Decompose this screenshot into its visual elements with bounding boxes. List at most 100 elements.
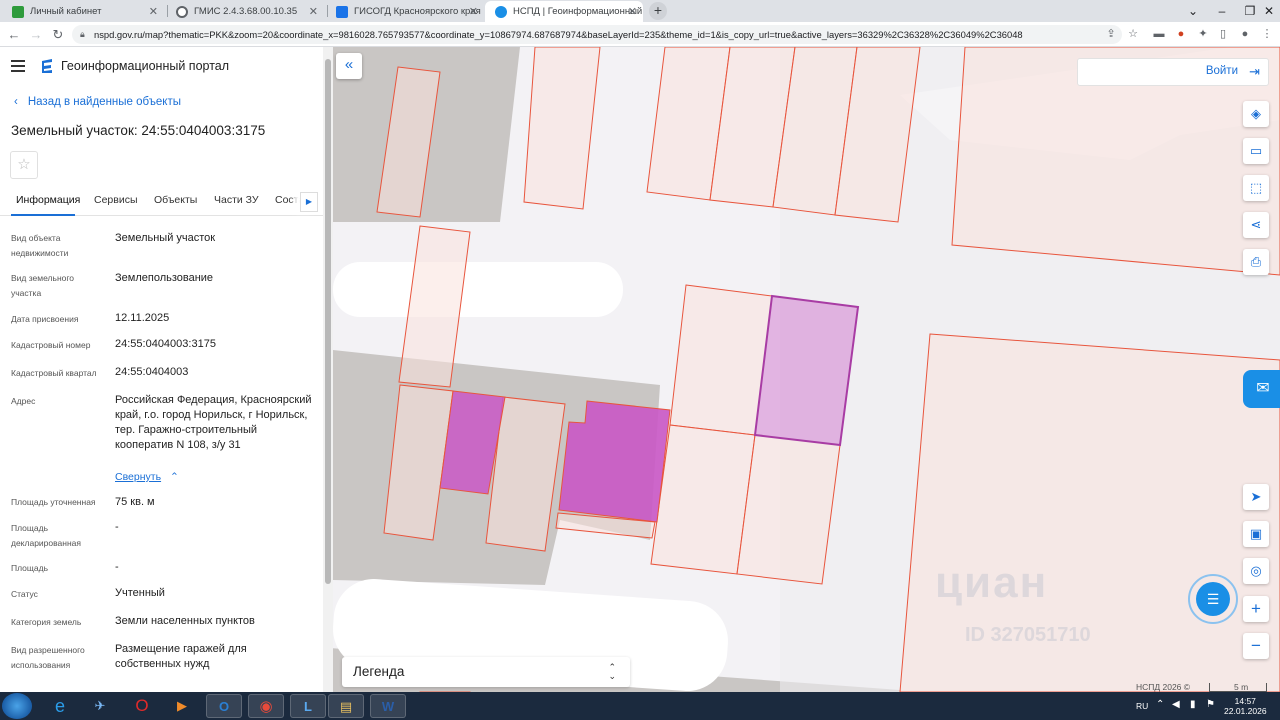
url-field[interactable]: 🔒︎ nspd.gov.ru/map?thematic=PKK&zoom=20&… [72, 25, 1122, 44]
login-bar: Войти ⇥ [1077, 58, 1269, 86]
extension-icon[interactable]: ● [1174, 27, 1188, 41]
ruler-icon[interactable]: ▭ [1243, 138, 1269, 164]
scrollbar-thumb[interactable] [325, 59, 331, 584]
bird-app-icon[interactable]: ✈ [82, 694, 118, 718]
print-icon[interactable]: ⎙ [1243, 249, 1269, 275]
highlighted-parcel [753, 294, 860, 447]
network-icon[interactable]: ▮ [1190, 699, 1196, 710]
back-arrow-icon[interactable]: ← [5, 26, 23, 44]
word-icon[interactable]: W [370, 694, 406, 718]
close-tab-icon[interactable]: ✕ [469, 5, 478, 18]
area-select-icon[interactable]: ⬚ [1243, 175, 1269, 201]
close-window-icon[interactable]: ✕ [1258, 0, 1280, 22]
panel-scrollbar[interactable] [323, 47, 333, 692]
clock-date: 22.01.2026 [1224, 706, 1267, 716]
hamburger-menu-icon[interactable] [11, 60, 25, 72]
flag-icon[interactable]: ⚑ [1206, 699, 1215, 710]
profile-icon[interactable]: ● [1238, 27, 1252, 41]
close-tab-icon[interactable]: ✕ [149, 5, 158, 18]
browser-tab[interactable]: ГМИС 2.4.3.68.00.10.35 ✕ [166, 1, 324, 22]
outlook-icon[interactable]: O [206, 694, 242, 718]
chevron-left-icon: ‹ [14, 96, 18, 108]
chat-button[interactable]: ☰ [1188, 574, 1238, 624]
reload-icon[interactable]: ↻ [49, 26, 67, 44]
tabs-scroll-right-icon[interactable]: ▶ [300, 192, 318, 212]
close-tab-icon[interactable]: ✕ [309, 5, 318, 18]
login-icon[interactable]: ⇥ [1249, 64, 1260, 80]
language-indicator[interactable]: RU [1136, 701, 1148, 711]
tab-title: Личный кабинет [30, 6, 102, 17]
object-info-panel: Геоинформационный портал ‹ Назад в найден… [0, 47, 333, 692]
watermark-id: ID 327051710 [965, 624, 1091, 646]
start-button[interactable] [2, 693, 32, 719]
puzzle-icon[interactable]: ✦ [1196, 27, 1210, 41]
minimap-icon[interactable]: ▣ [1243, 521, 1269, 547]
detail-value: Размещение гаражей для собственных нужд [115, 643, 247, 670]
detail-label: Вид объекта недвижимости [11, 233, 69, 258]
layers-icon[interactable]: ◈ [1243, 101, 1269, 127]
detail-label: Площадь [11, 563, 49, 573]
detail-value: - [115, 561, 119, 573]
share-page-icon[interactable]: ⇪ [1104, 27, 1118, 41]
tab-title: НСПД | Геоинформационный п [513, 6, 643, 17]
media-player-icon[interactable]: ▶ [164, 694, 200, 718]
tab-title: ГМИС 2.4.3.68.00.10.35 [194, 6, 298, 17]
tab-parts[interactable]: Части ЗУ [214, 194, 259, 206]
geolocation-icon[interactable]: ◎ [1243, 558, 1269, 584]
opera-icon[interactable]: O [124, 694, 160, 718]
detail-label: Статус [11, 589, 38, 599]
tab-objects[interactable]: Объекты [154, 194, 197, 206]
bookmark-star-icon[interactable]: ☆ [1126, 27, 1140, 41]
watermark: циан ID 327051710 [935, 558, 1091, 646]
favicon-icon [336, 5, 348, 18]
favorite-star-button[interactable]: ☆ [10, 151, 38, 179]
zoom-out-icon[interactable]: − [1243, 633, 1269, 659]
browser-tab[interactable]: Личный кабинет ✕ [2, 1, 164, 22]
login-button[interactable]: Войти [1206, 65, 1238, 77]
detail-label: Площадь уточненная [11, 497, 96, 507]
portal-logo-icon [42, 59, 52, 73]
browser-tab-active[interactable]: НСПД | Геоинформационный п ✕ [485, 1, 643, 22]
new-tab-button[interactable]: + [649, 2, 667, 20]
clock-time: 14:57 [1234, 696, 1256, 706]
collapse-link[interactable]: Свернуть ⌃ [115, 471, 179, 483]
browser-tab[interactable]: ГИСОГД Красноярского края ✕ [326, 1, 484, 22]
explorer-folder-icon[interactable]: ▤ [328, 694, 364, 718]
close-tab-icon[interactable]: ✕ [628, 5, 637, 18]
detail-value: 12.11.2025 [115, 312, 170, 324]
road-shape [333, 262, 623, 317]
scale-label: 5 m [1234, 682, 1249, 692]
chevron-up-icon: ⌃ [169, 471, 179, 483]
tab-search-icon[interactable]: ⌄ [1180, 0, 1206, 22]
tab-services[interactable]: Сервисы [94, 194, 138, 206]
extension-icon[interactable]: ▬ [1152, 27, 1166, 41]
system-clock[interactable]: 14:57 22.01.2026 [1224, 696, 1267, 716]
ie-icon[interactable]: e [42, 694, 78, 718]
detail-label: Вид разрешенного использования [11, 645, 85, 670]
detail-value: 75 кв. м [115, 496, 155, 508]
back-label: Назад в найденные объекты [27, 96, 182, 108]
share-icon[interactable]: ⋖ [1243, 212, 1269, 238]
menu-dots-icon[interactable]: ⋮ [1260, 27, 1274, 41]
browser-tab-bar: Личный кабинет ✕ ГМИС 2.4.3.68.00.10.35 … [0, 0, 1280, 22]
tab-information[interactable]: Информация [16, 194, 80, 206]
forward-arrow-icon[interactable]: → [27, 26, 45, 44]
chat-bubble-icon: ☰ [1196, 582, 1230, 616]
lync-icon[interactable]: L [290, 694, 326, 718]
collapse-panel-button[interactable]: « [336, 53, 362, 79]
volume-icon[interactable]: ◀ [1172, 699, 1180, 710]
map-layer [333, 47, 1280, 692]
detail-label: Площадь декларированная [11, 523, 81, 548]
navigate-icon[interactable]: ➤ [1243, 484, 1269, 510]
legend-dropdown[interactable]: Легенда ⌃ ⌄ [342, 657, 630, 687]
minimize-icon[interactable]: – [1208, 0, 1236, 22]
zoom-in-icon[interactable]: + [1243, 596, 1269, 622]
chrome-icon[interactable]: ◉ [248, 694, 284, 718]
feedback-icon[interactable]: ✉ [1243, 370, 1280, 408]
tray-arrow-icon[interactable]: ⌃ [1156, 699, 1164, 710]
map-canvas[interactable] [333, 47, 1280, 692]
back-to-results-link[interactable]: ‹ Назад в найденные объекты [14, 96, 181, 108]
detail-label: Категория земель [11, 617, 82, 627]
detail-label: Кадастровый номер [11, 340, 91, 350]
side-panel-icon[interactable]: ▯ [1216, 27, 1230, 41]
